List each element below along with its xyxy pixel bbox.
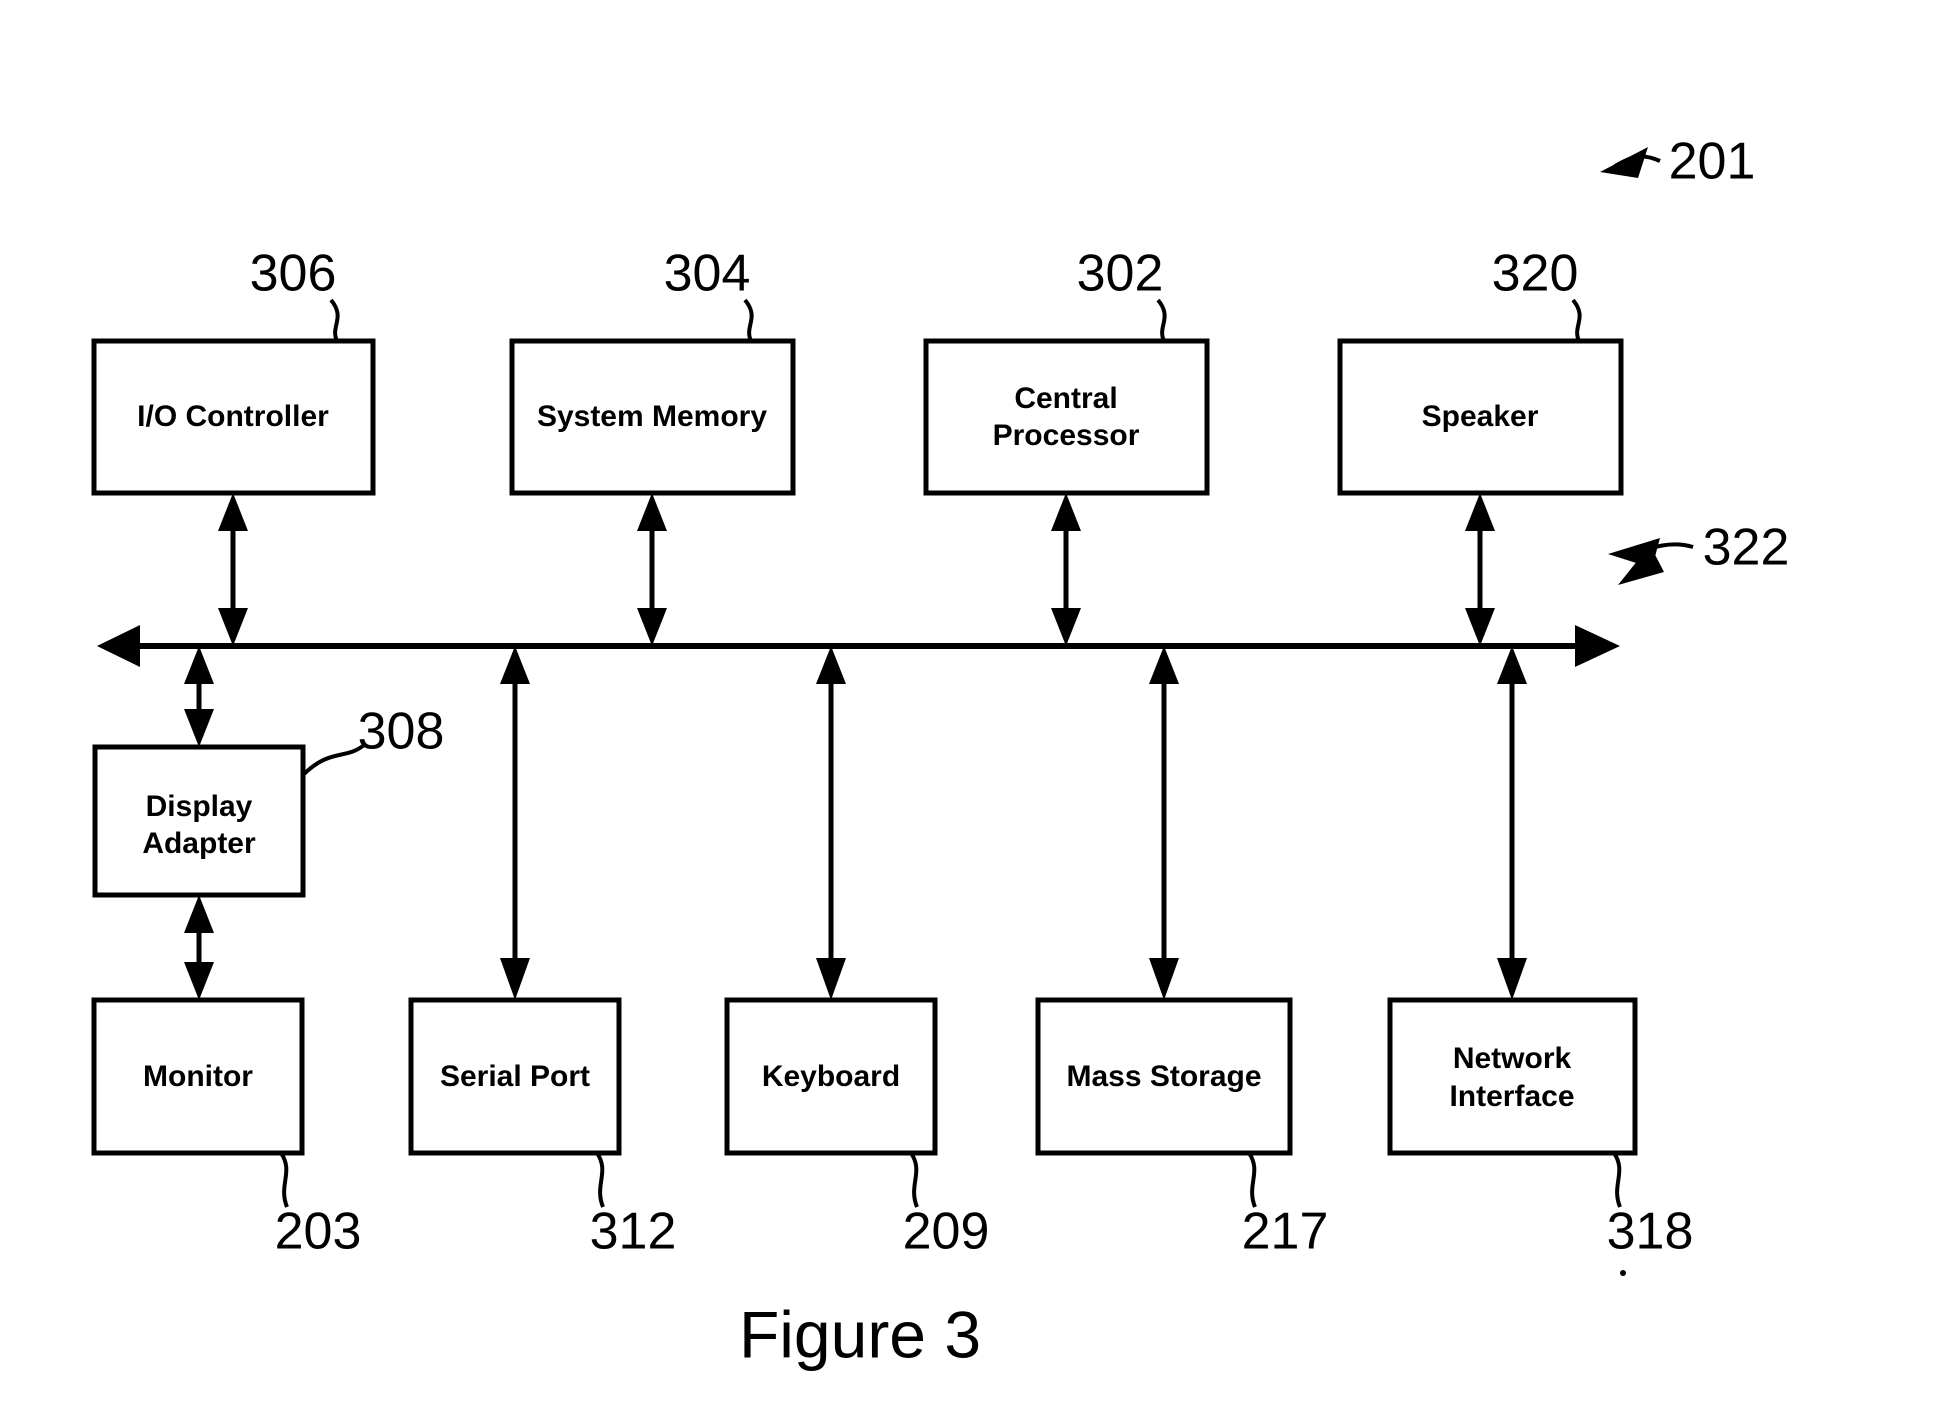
arrowhead-down — [184, 709, 214, 747]
leader-318 — [1612, 1151, 1622, 1208]
arrowhead-down — [1497, 958, 1527, 1000]
block-diagram-figure: I/O Controller System Memory Central Pro… — [91, 133, 1790, 1371]
ref-320: 320 — [1492, 245, 1579, 303]
leader-306 — [329, 298, 340, 342]
system-bus — [97, 625, 1620, 667]
arrowhead-down — [218, 608, 248, 646]
block-display-adapter-label-line1: Display — [146, 790, 253, 823]
ref-302: 302 — [1077, 245, 1164, 303]
arrowhead-up — [1465, 493, 1495, 531]
arrowhead-down — [1465, 608, 1495, 646]
arrowhead-down — [1051, 608, 1081, 646]
arrowhead-up — [184, 646, 214, 684]
block-io-controller-label: I/O Controller — [137, 400, 329, 433]
block-keyboard[interactable]: Keyboard — [724, 997, 938, 1156]
connector-bus-display-adapter — [184, 646, 214, 747]
block-network-interface-label-line2: Interface — [1449, 1080, 1574, 1113]
connector-bus-serial-port — [500, 646, 530, 1000]
block-central-processor-label-line1: Central — [1014, 382, 1117, 415]
block-keyboard-label: Keyboard — [762, 1060, 900, 1093]
arrowhead-up — [184, 895, 214, 933]
leader-217 — [1247, 1151, 1257, 1208]
arrowhead-up — [218, 493, 248, 531]
block-system-memory[interactable]: System Memory — [509, 338, 796, 496]
leader-209 — [909, 1151, 919, 1208]
connector-bus-keyboard — [816, 646, 846, 1000]
leader-308 — [301, 743, 366, 777]
ref-203: 203 — [275, 1203, 362, 1261]
block-mass-storage[interactable]: Mass Storage — [1035, 997, 1293, 1156]
top-row-group: I/O Controller System Memory Central Pro… — [91, 338, 1624, 646]
arrowhead-up — [1149, 646, 1179, 684]
block-serial-port[interactable]: Serial Port — [408, 997, 622, 1156]
arrowhead-down — [1149, 958, 1179, 1000]
arrowhead-up — [500, 646, 530, 684]
leader-203 — [279, 1151, 289, 1208]
connector-display-adapter-monitor — [184, 895, 214, 1000]
bus-right-arrowhead — [1575, 625, 1620, 667]
connector-bus-mass-storage — [1149, 646, 1179, 1000]
arrowhead-down — [500, 958, 530, 1000]
leader-304 — [743, 298, 754, 342]
arrowhead-down — [816, 958, 846, 1000]
ref-322: 322 — [1703, 519, 1790, 577]
block-io-controller[interactable]: I/O Controller — [91, 338, 376, 496]
ref-304: 304 — [664, 245, 751, 303]
ref-306: 306 — [250, 245, 337, 303]
patent-figure-page: I/O Controller System Memory Central Pro… — [0, 0, 1934, 1419]
bus-pointer-322 — [1608, 538, 1694, 585]
bus-left-arrowhead — [97, 625, 140, 667]
block-central-processor[interactable]: Central Processor — [923, 338, 1210, 496]
block-system-memory-label: System Memory — [537, 400, 767, 433]
block-central-processor-label-line2: Processor — [993, 419, 1140, 452]
block-speaker-label: Speaker — [1422, 400, 1539, 433]
bottom-row-group: Monitor Serial Port Keyboard Mass Storag… — [91, 646, 1638, 1156]
block-monitor[interactable]: Monitor — [91, 997, 305, 1156]
leader-320 — [1571, 298, 1582, 342]
block-network-interface[interactable]: Network Interface — [1387, 997, 1638, 1156]
leader-302 — [1156, 298, 1167, 342]
block-display-adapter[interactable]: Display Adapter — [92, 744, 306, 898]
block-speaker[interactable]: Speaker — [1337, 338, 1624, 496]
block-monitor-label: Monitor — [143, 1060, 253, 1093]
arrowhead-up — [1497, 646, 1527, 684]
block-central-processor-rect[interactable] — [923, 338, 1210, 496]
page-artifact-dot — [1620, 1270, 1626, 1276]
block-network-interface-rect[interactable] — [1387, 997, 1638, 1156]
arrowhead-up — [637, 493, 667, 531]
arrowhead-up — [1051, 493, 1081, 531]
leader-312 — [595, 1151, 605, 1208]
ref-209: 209 — [903, 1203, 990, 1261]
ref-308: 308 — [358, 703, 445, 761]
ref-201: 201 — [1669, 133, 1756, 191]
connector-speaker-bus — [1465, 493, 1495, 646]
block-network-interface-label-line1: Network — [1453, 1042, 1572, 1075]
arrowhead-201 — [1600, 147, 1648, 178]
arrowhead-down — [184, 962, 214, 1000]
connector-system-memory-bus — [637, 493, 667, 646]
arrowhead-down — [637, 608, 667, 646]
block-mass-storage-label: Mass Storage — [1066, 1060, 1261, 1093]
block-serial-port-label: Serial Port — [440, 1060, 590, 1093]
arrowhead-up — [816, 646, 846, 684]
figure-caption: Figure 3 — [739, 1297, 981, 1371]
ref-318: 318 — [1607, 1203, 1694, 1261]
connector-central-processor-bus — [1051, 493, 1081, 646]
ref-312: 312 — [590, 1203, 677, 1261]
block-display-adapter-label-line2: Adapter — [142, 827, 256, 860]
connector-bus-network-interface — [1497, 646, 1527, 1000]
system-pointer-201 — [1600, 147, 1661, 178]
connector-io-controller-bus — [218, 493, 248, 646]
ref-217: 217 — [1242, 1203, 1329, 1261]
